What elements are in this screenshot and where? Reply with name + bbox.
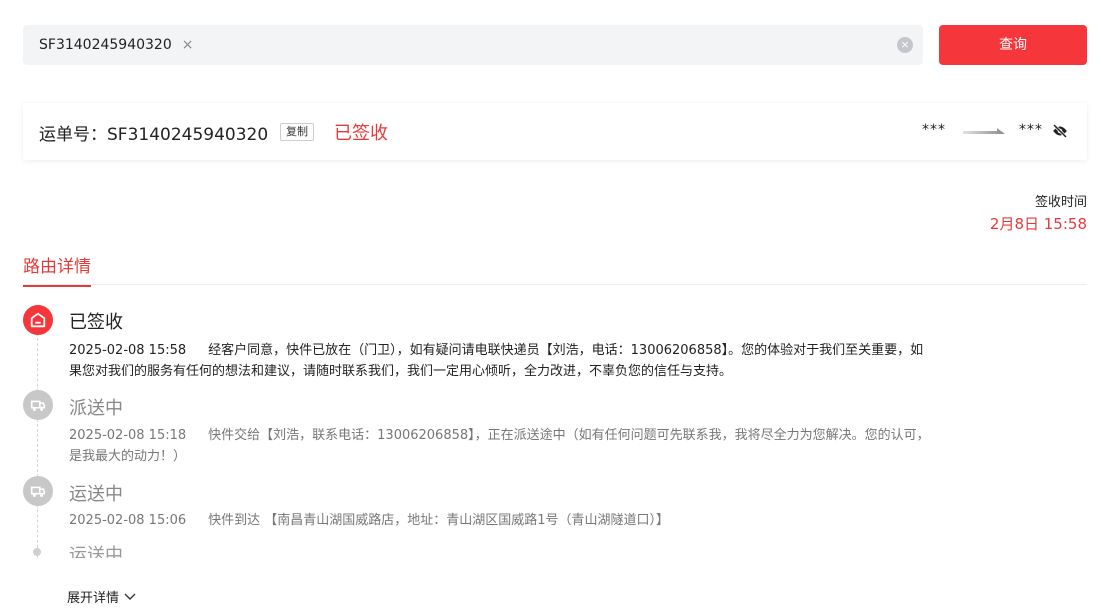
timeline-status: 已签收 xyxy=(69,312,123,333)
truck-icon xyxy=(23,390,53,420)
timeline-line xyxy=(37,333,38,558)
signed-time-value: 2月8日 15:58 xyxy=(989,215,1087,233)
expand-details-button[interactable]: 展开详情 xyxy=(67,587,137,606)
timeline-dot xyxy=(33,548,41,556)
timeline-text: 快件到达 【南昌青山湖国威路店，地址：青山湖区国威路1号（青山湖隧道口）】 xyxy=(208,513,670,528)
chevron-down-icon xyxy=(124,593,136,600)
route-origin: *** xyxy=(922,122,946,138)
arrow-right-icon xyxy=(963,128,1005,134)
timeline-detail: 2025-02-08 15:18 快件交给【刘浩，联系电话：13006206858… xyxy=(69,425,935,467)
timeline-status: 运送中 xyxy=(69,545,123,558)
expand-details-label: 展开详情 xyxy=(67,591,120,606)
search-input[interactable]: SF3140245940320 × × xyxy=(23,25,923,65)
truck-icon xyxy=(23,476,53,506)
timeline-status: 派送中 xyxy=(69,398,123,419)
waybill-card: 运单号：SF3140245940320 复制 已签收 *** *** xyxy=(23,103,1087,160)
tab-route-details[interactable]: 路由详情 xyxy=(23,252,91,287)
timeline-time: 2025-02-08 15:06 xyxy=(69,513,187,528)
query-button[interactable]: 查询 xyxy=(939,25,1087,65)
timeline-time: 2025-02-08 15:18 xyxy=(69,428,187,443)
timeline-detail: 2025-02-08 15:06 快件到达 【南昌青山湖国威路店，地址：青山湖区国… xyxy=(69,510,935,531)
timeline-text: 快件交给【刘浩，联系电话：13006206858】，正在派送途中（如有任何问题可… xyxy=(69,428,930,464)
route-timeline: 已签收 2025-02-08 15:58 经客户同意，快件已放在（门卫），如有疑问… xyxy=(23,303,1023,558)
timeline-detail: 2025-02-08 15:58 经客户同意，快件已放在（门卫），如有疑问请电联快… xyxy=(69,340,935,382)
copy-button[interactable]: 复制 xyxy=(280,123,314,141)
waybill-tag: SF3140245940320 × xyxy=(39,25,193,65)
timeline-time: 2025-02-08 15:58 xyxy=(69,343,187,358)
timeline-text: 经客户同意，快件已放在（门卫），如有疑问请电联快递员【刘浩，电话：1300620… xyxy=(69,343,924,379)
eye-off-icon[interactable] xyxy=(1051,122,1069,140)
home-signed-icon xyxy=(23,305,53,335)
route-destination: *** xyxy=(1019,122,1043,138)
signed-time-label: 签收时间 xyxy=(1034,195,1087,210)
timeline-status: 运送中 xyxy=(69,484,123,505)
waybill-tag-value: SF3140245940320 xyxy=(39,37,172,53)
tab-divider xyxy=(23,284,1087,285)
clear-icon[interactable]: × xyxy=(897,37,913,53)
waybill-status: 已签收 xyxy=(334,123,388,144)
close-icon[interactable]: × xyxy=(182,25,194,65)
waybill-number: 运单号：SF3140245940320 xyxy=(39,125,269,145)
